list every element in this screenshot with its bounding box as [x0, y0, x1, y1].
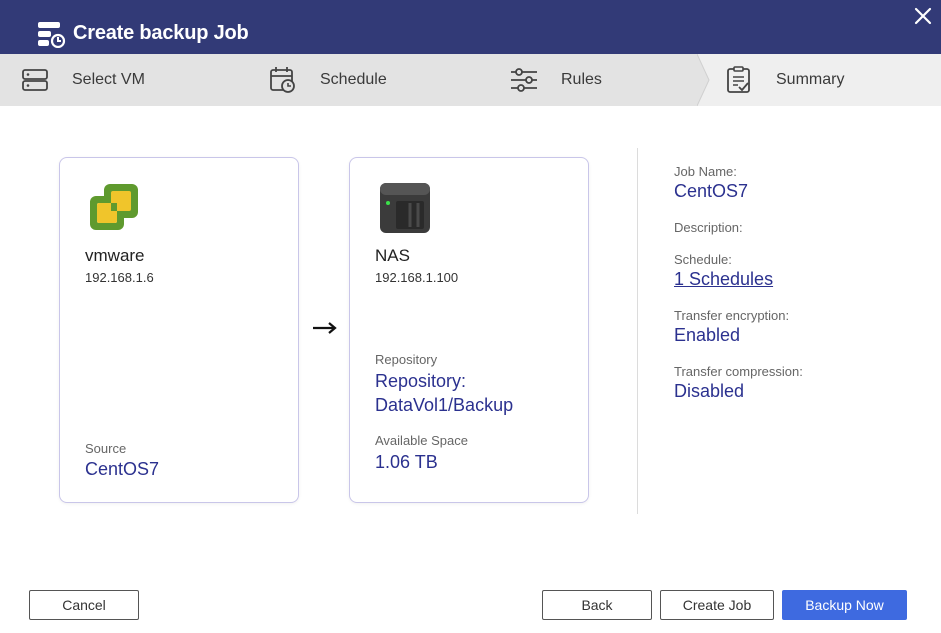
source-value: CentOS7 — [85, 459, 160, 479]
cancel-button[interactable]: Cancel — [29, 590, 139, 620]
repository-label: Repository — [375, 352, 438, 367]
step-rules[interactable]: Rules — [490, 54, 697, 106]
dialog-title: Create backup Job — [73, 22, 249, 44]
nas-device-icon — [380, 183, 430, 233]
schedule-label: Schedule: — [674, 252, 732, 267]
source-card: vmware 192.168.1.6 Source CentOS7 — [59, 157, 299, 503]
target-card: NAS 192.168.1.100 Repository Repository:… — [349, 157, 589, 503]
target-host-name: NAS — [375, 246, 410, 265]
step-label-rules: Rules — [561, 71, 602, 88]
encryption-label: Transfer encryption: — [674, 308, 790, 323]
divider — [637, 148, 638, 514]
calendar-clock-icon — [270, 67, 295, 93]
wizard-steps: Select VM Schedule Rules Summary — [0, 54, 941, 106]
step-label-select-vm: Select VM — [72, 71, 145, 88]
title-bar: Create backup Job — [0, 0, 941, 54]
step-summary[interactable]: Summary — [697, 54, 941, 106]
available-space-label: Available Space — [375, 433, 468, 448]
compression-value: Disabled — [674, 381, 745, 401]
step-label-summary: Summary — [776, 71, 845, 88]
clipboard-check-icon — [727, 66, 750, 93]
job-name-value: CentOS7 — [674, 181, 749, 201]
target-host-ip: 192.168.1.100 — [375, 270, 459, 285]
create-job-button[interactable]: Create Job — [660, 590, 774, 620]
compression-label: Transfer compression: — [674, 364, 803, 379]
available-space-value: 1.06 TB — [375, 452, 438, 472]
back-button[interactable]: Back — [542, 590, 652, 620]
source-host-ip: 192.168.1.6 — [85, 270, 154, 285]
server-icon — [22, 69, 48, 91]
source-host-name: vmware — [85, 246, 145, 265]
schedule-link[interactable]: 1 Schedules — [674, 269, 773, 290]
vmware-logo-icon — [90, 184, 138, 230]
job-name-label: Job Name: — [674, 164, 737, 179]
arrow-right-icon — [313, 322, 337, 334]
backup-job-icon — [38, 22, 66, 48]
source-label: Source — [85, 441, 127, 456]
encryption-value: Enabled — [674, 325, 741, 345]
description-label: Description: — [674, 220, 743, 235]
close-icon[interactable] — [912, 5, 934, 27]
repository-line-1: Repository: — [375, 371, 467, 391]
repository-line-2: DataVol1/Backup — [375, 395, 514, 415]
step-schedule[interactable]: Schedule — [250, 54, 490, 106]
backup-now-button[interactable]: Backup Now — [782, 590, 907, 620]
step-select-vm[interactable]: Select VM — [0, 54, 250, 106]
sliders-icon — [511, 68, 537, 92]
create-backup-job-dialog: Create backup Job Select VM Schedule Rul… — [0, 0, 941, 633]
step-label-schedule: Schedule — [320, 71, 387, 88]
